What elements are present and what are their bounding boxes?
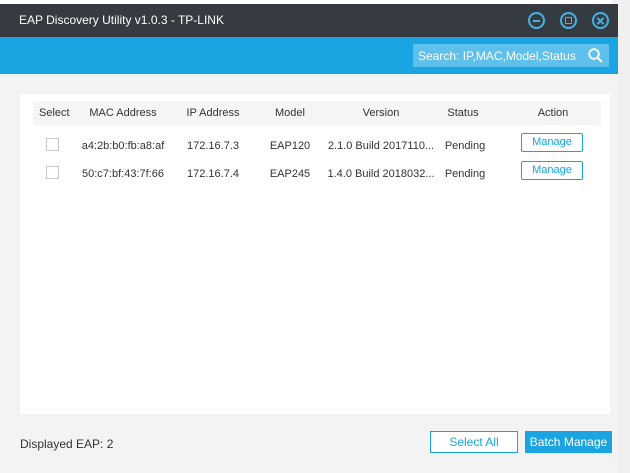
status-cell: Pending bbox=[444, 168, 486, 180]
table-row: 50:c7:bf:43:7f:66 172.16.7.4 EAP245 1.4.… bbox=[33, 160, 601, 188]
row-select-checkbox[interactable] bbox=[46, 166, 59, 179]
close-icon[interactable] bbox=[592, 12, 609, 29]
column-header-select: Select bbox=[39, 107, 70, 119]
column-header-model: Model bbox=[275, 107, 305, 119]
version-cell: 1.4.0 Build 2018032... bbox=[327, 168, 435, 180]
ip-address-cell: 172.16.7.4 bbox=[187, 168, 239, 180]
column-header-status: Status bbox=[447, 107, 479, 119]
manage-button[interactable]: Manage bbox=[521, 133, 583, 152]
select-all-button[interactable]: Select All bbox=[430, 431, 518, 453]
column-header-mac: MAC Address bbox=[89, 107, 157, 119]
header-band: Search: IP,MAC,Model,Status bbox=[0, 37, 618, 74]
mac-address-cell: 50:c7:bf:43:7f:66 bbox=[82, 168, 164, 180]
status-cell: Pending bbox=[444, 140, 486, 152]
column-header-ip: IP Address bbox=[186, 107, 240, 119]
table-header: Select MAC Address IP Address Model Vers… bbox=[33, 101, 601, 125]
batch-manage-button[interactable]: Batch Manage bbox=[525, 431, 612, 453]
column-header-action: Action bbox=[537, 107, 569, 119]
search-placeholder: Search: IP,MAC,Model,Status bbox=[418, 49, 576, 63]
model-cell: EAP120 bbox=[269, 140, 311, 152]
window-title: EAP Discovery Utility v1.0.3 - TP-LINK bbox=[19, 13, 224, 27]
ip-address-cell: 172.16.7.3 bbox=[187, 140, 239, 152]
row-select-checkbox[interactable] bbox=[46, 138, 59, 151]
table-row: a4:2b:b0:fb:a8:af 172.16.7.3 EAP120 2.1.… bbox=[33, 132, 601, 160]
search-icon[interactable] bbox=[587, 47, 604, 64]
search-input[interactable]: Search: IP,MAC,Model,Status bbox=[413, 44, 609, 67]
device-list-panel: Select MAC Address IP Address Model Vers… bbox=[20, 94, 610, 414]
mac-address-cell: a4:2b:b0:fb:a8:af bbox=[81, 140, 165, 152]
displayed-eap-count: Displayed EAP: 2 bbox=[20, 437, 114, 451]
maximize-icon[interactable] bbox=[560, 12, 577, 29]
manage-button[interactable]: Manage bbox=[521, 161, 583, 180]
minimize-icon[interactable] bbox=[528, 12, 545, 29]
version-cell: 2.1.0 Build 2017110... bbox=[327, 140, 435, 152]
title-bar[interactable]: EAP Discovery Utility v1.0.3 - TP-LINK bbox=[0, 4, 618, 37]
column-header-version: Version bbox=[362, 107, 400, 119]
model-cell: EAP245 bbox=[269, 168, 311, 180]
